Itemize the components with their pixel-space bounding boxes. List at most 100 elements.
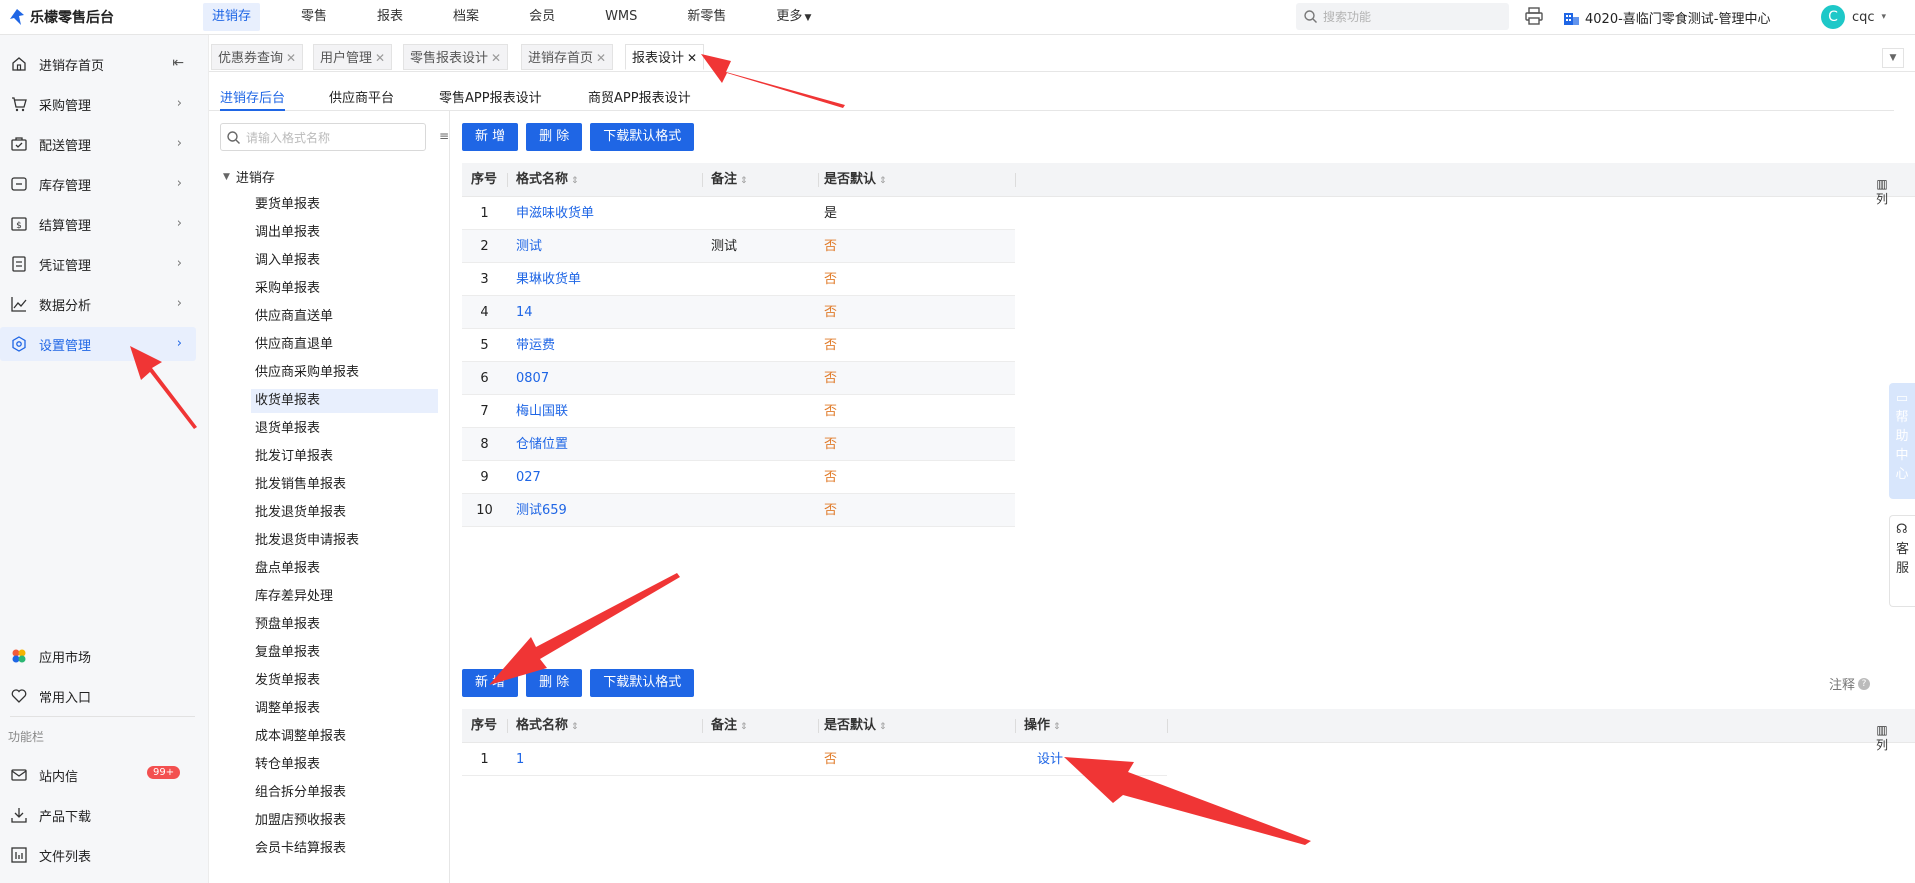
tree-item[interactable]: 预盘单报表 <box>251 613 438 637</box>
tree-item[interactable]: 退货单报表 <box>251 417 438 441</box>
tree-item[interactable]: 调入单报表 <box>251 249 438 273</box>
col-remark[interactable]: 备注 ⇕ <box>711 709 748 743</box>
subtab-supplier-platform[interactable]: 供应商平台 <box>329 87 394 111</box>
sort-icon[interactable]: ⇕ <box>740 176 748 186</box>
tree-item[interactable]: 转仓单报表 <box>251 753 438 777</box>
sidebar-item-downloads[interactable]: 产品下载 <box>0 798 196 832</box>
table-row[interactable]: 1 1 否 设计 <box>462 743 1167 776</box>
help-center-button[interactable]: ▭ 帮助中心 <box>1889 383 1915 499</box>
download-default-format-button[interactable]: 下载默认格式 <box>590 123 695 151</box>
function-search[interactable]: 搜索功能 <box>1296 3 1509 30</box>
sidebar-item-settings[interactable]: 设置管理 › <box>0 327 196 361</box>
cell-name[interactable]: 测试659 <box>516 494 567 527</box>
tree-item[interactable]: 调整单报表 <box>251 697 438 721</box>
note-link[interactable]: 注释? <box>1829 674 1870 693</box>
col-name[interactable]: 格式名称 ⇕ <box>516 709 579 743</box>
tree-item[interactable]: 复盘单报表 <box>251 641 438 665</box>
sidebar-item-analytics[interactable]: 数据分析 › <box>0 287 196 321</box>
cell-name[interactable]: 梅山国联 <box>516 395 568 428</box>
cell-name[interactable]: 申滋味收货单 <box>516 197 594 230</box>
close-icon[interactable]: ✕ <box>596 51 606 65</box>
design-link[interactable]: 设计 <box>1037 743 1063 776</box>
tree-root-node[interactable]: ▼ 进销存 <box>223 167 275 186</box>
cell-name[interactable]: 测试 <box>516 230 542 263</box>
col-remark[interactable]: 备注 ⇕ <box>711 163 748 197</box>
subtab-retail-app[interactable]: 零售APP报表设计 <box>439 87 542 111</box>
tab-jxc-home[interactable]: 进销存首页 ✕ <box>521 44 614 70</box>
tab-retail-report-design[interactable]: 零售报表设计 ✕ <box>403 44 509 70</box>
close-icon[interactable]: ✕ <box>375 51 385 65</box>
sidebar-item-settlement[interactable]: $ 结算管理 › <box>0 207 196 241</box>
sidebar-item-voucher[interactable]: 凭证管理 › <box>0 247 196 281</box>
tree-item[interactable]: 批发销售单报表 <box>251 473 438 497</box>
delete-detail-format-button[interactable]: 删 除 <box>526 669 583 697</box>
nav-member[interactable]: 会员 <box>520 0 564 34</box>
sidebar-item-app-market[interactable]: 应用市场 <box>0 639 196 673</box>
tabs-dropdown-icon[interactable]: ▼ <box>1882 48 1904 68</box>
tree-item[interactable]: 加盟店预收报表 <box>251 809 438 833</box>
nav-more[interactable]: 更多 ▼ <box>767 0 820 34</box>
sidebar-item-file-list[interactable]: 文件列表 <box>0 838 196 872</box>
format-search-input[interactable]: 请输入格式名称 <box>220 123 426 151</box>
table-row[interactable]: 10 测试659 否 <box>462 494 1015 527</box>
close-icon[interactable]: ✕ <box>491 51 501 65</box>
column-settings-button[interactable]: ▥ 列 <box>1875 177 1889 207</box>
sidebar-item-favorites[interactable]: 常用入口 <box>0 679 196 713</box>
table-row[interactable]: 3 果琳收货单 否 <box>462 263 1015 296</box>
tree-item[interactable]: 发货单报表 <box>251 669 438 693</box>
cell-name[interactable]: 027 <box>516 461 541 494</box>
tree-item[interactable]: 供应商直送单 <box>251 305 438 329</box>
table-row[interactable]: 4 14 否 <box>462 296 1015 329</box>
sort-icon[interactable]: ⇕ <box>571 176 579 186</box>
sidebar-item-messages[interactable]: 站内信 99+ <box>0 758 196 792</box>
cell-name[interactable]: 14 <box>516 296 533 329</box>
nav-retail[interactable]: 零售 <box>292 0 336 34</box>
tree-item[interactable]: 供应商直退单 <box>251 333 438 357</box>
org-switcher[interactable]: 4020-喜临门零食测试-管理中心 <box>1564 8 1770 27</box>
sort-icon[interactable]: ⇕ <box>740 722 748 732</box>
app-logo[interactable]: 乐檬零售后台 <box>10 7 114 27</box>
sort-icon[interactable]: ⇕ <box>879 176 887 186</box>
tree-item[interactable]: 会员卡结算报表 <box>251 837 438 861</box>
tree-item[interactable]: 组合拆分单报表 <box>251 781 438 805</box>
tree-item[interactable]: 采购单报表 <box>251 277 438 301</box>
sidebar-item-delivery[interactable]: 配送管理 › <box>0 127 196 161</box>
col-default[interactable]: 是否默认 ⇕ <box>824 709 887 743</box>
tree-item[interactable]: 供应商采购单报表 <box>251 361 438 385</box>
tab-user-management[interactable]: 用户管理 ✕ <box>313 44 393 70</box>
subtab-jxc-backend[interactable]: 进销存后台 <box>220 87 286 111</box>
table-row[interactable]: 8 仓储位置 否 <box>462 428 1015 461</box>
sort-icon[interactable]: ⇕ <box>571 722 579 732</box>
tree-item[interactable]: 调出单报表 <box>251 221 438 245</box>
tree-item[interactable]: 收货单报表 <box>251 389 438 413</box>
cell-name[interactable]: 0807 <box>516 362 549 395</box>
tree-item[interactable]: 要货单报表 <box>251 193 438 217</box>
table-row[interactable]: 2 测试 测试 否 <box>462 230 1015 263</box>
cell-name[interactable]: 带运费 <box>516 329 555 362</box>
table-row[interactable]: 1 申滋味收货单 是 <box>462 197 1015 230</box>
tree-item[interactable]: 成本调整单报表 <box>251 725 438 749</box>
cell-name[interactable]: 仓储位置 <box>516 428 568 461</box>
collapse-sidebar-icon[interactable]: ⇤ <box>172 55 184 71</box>
sort-icon[interactable]: ⇕ <box>879 722 887 732</box>
nav-report[interactable]: 报表 <box>368 0 412 34</box>
add-detail-format-button[interactable]: 新 增 <box>462 669 519 697</box>
column-settings-button[interactable]: ▥ 列 <box>1875 723 1889 753</box>
sort-icon[interactable]: ⇕ <box>1053 722 1061 732</box>
tree-item[interactable]: 批发退货单报表 <box>251 501 438 525</box>
col-name[interactable]: 格式名称 ⇕ <box>516 163 579 197</box>
panel-toggle-icon[interactable]: ≡ <box>439 129 449 143</box>
tree-item[interactable]: 批发退货申请报表 <box>251 529 438 553</box>
subtab-trade-app[interactable]: 商贸APP报表设计 <box>588 87 691 111</box>
table-row[interactable]: 5 带运费 否 <box>462 329 1015 362</box>
sidebar-item-inventory[interactable]: 库存管理 › <box>0 167 196 201</box>
table-row[interactable]: 9 027 否 <box>462 461 1015 494</box>
customer-service-button[interactable]: ☊ 客服 <box>1889 515 1915 607</box>
col-action[interactable]: 操作 ⇕ <box>1024 709 1061 743</box>
download-detail-default-format-button[interactable]: 下载默认格式 <box>590 669 695 697</box>
nav-jxc[interactable]: 进销存 <box>203 3 261 31</box>
cell-name[interactable]: 果琳收货单 <box>516 263 581 296</box>
sidebar-item-jxc-home[interactable]: 进销存首页 ⇤ <box>0 47 196 81</box>
close-icon[interactable]: ✕ <box>286 51 296 65</box>
nav-wms[interactable]: WMS <box>596 0 646 34</box>
